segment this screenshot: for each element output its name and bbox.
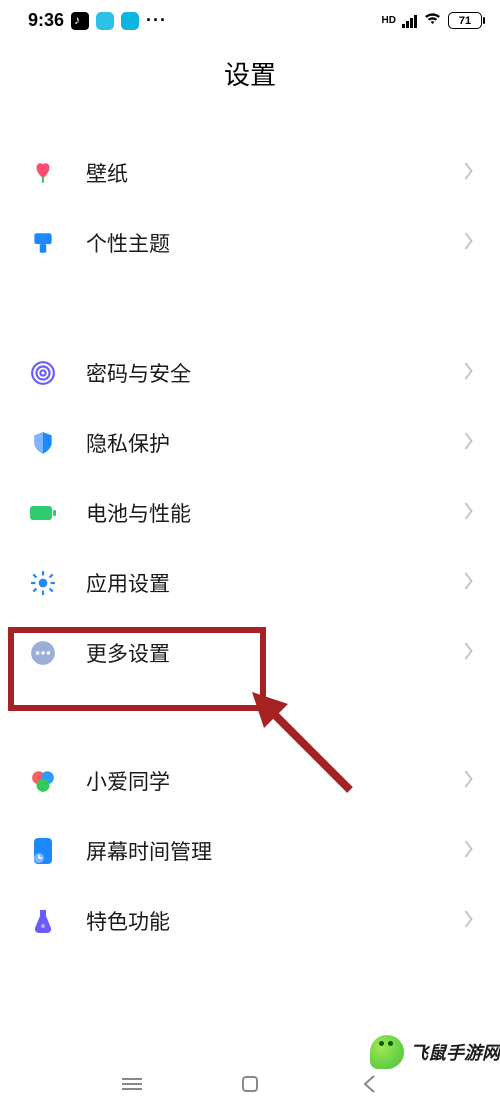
row-password-security-label: 密码与安全	[86, 358, 463, 388]
status-bar: 9:36 ··· HD 71	[0, 0, 500, 35]
row-privacy[interactable]: 隐私保护	[0, 408, 500, 478]
status-right: HD 71	[382, 11, 482, 31]
chevron-right-icon	[463, 162, 474, 185]
row-battery-label: 电池与性能	[86, 498, 463, 528]
xiaoai-icon	[24, 768, 62, 794]
status-time: 9:36	[28, 10, 64, 31]
row-wallpaper-label: 壁纸	[86, 158, 463, 188]
page-title: 设置	[0, 55, 500, 92]
flask-icon	[24, 908, 62, 934]
status-more: ···	[146, 10, 167, 31]
row-xiaoai[interactable]: 小爱同学	[0, 746, 500, 816]
row-screen-time[interactable]: 屏幕时间管理	[0, 816, 500, 886]
chevron-right-icon	[463, 642, 474, 665]
wallpaper-icon	[24, 160, 62, 186]
chevron-right-icon	[463, 232, 474, 255]
chevron-right-icon	[463, 572, 474, 595]
row-wallpaper[interactable]: 壁纸	[0, 138, 500, 208]
shield-icon	[24, 430, 62, 456]
fingerprint-icon	[24, 360, 62, 386]
douyin-icon	[71, 12, 89, 30]
chevron-right-icon	[463, 910, 474, 933]
row-more-settings[interactable]: 更多设置	[0, 618, 500, 688]
signal-icon	[402, 14, 417, 28]
settings-group-2: 密码与安全 隐私保护 电池与性能 应用设置 更多设置	[0, 338, 500, 688]
row-app-settings[interactable]: 应用设置	[0, 548, 500, 618]
more-icon	[24, 640, 62, 666]
themes-icon	[24, 230, 62, 256]
status-left: 9:36 ···	[28, 10, 167, 31]
row-battery[interactable]: 电池与性能	[0, 478, 500, 548]
settings-group-3: 小爱同学 屏幕时间管理 特色功能	[0, 746, 500, 956]
recents-button[interactable]	[110, 1069, 154, 1099]
battery-level: 71	[459, 15, 471, 27]
settings-group-1: 壁纸 个性主题	[0, 138, 500, 278]
row-special-features-label: 特色功能	[86, 906, 463, 936]
nav-bar	[0, 1069, 500, 1099]
gear-icon	[24, 570, 62, 596]
row-themes[interactable]: 个性主题	[0, 208, 500, 278]
chevron-right-icon	[463, 770, 474, 793]
notify-app2-icon	[121, 12, 139, 30]
row-xiaoai-label: 小爱同学	[86, 766, 463, 796]
screen-time-icon	[24, 837, 62, 865]
chevron-right-icon	[463, 840, 474, 863]
row-more-settings-label: 更多设置	[86, 638, 463, 668]
watermark: 飞鼠手游网	[370, 1035, 500, 1069]
back-button[interactable]	[347, 1069, 391, 1099]
watermark-logo-icon	[370, 1035, 404, 1069]
row-password-security[interactable]: 密码与安全	[0, 338, 500, 408]
wifi-icon	[423, 11, 442, 31]
row-themes-label: 个性主题	[86, 228, 463, 258]
status-hd-icon: HD	[382, 15, 396, 26]
row-special-features[interactable]: 特色功能	[0, 886, 500, 956]
notify-app-icon	[96, 12, 114, 30]
watermark-text: 飞鼠手游网	[410, 1039, 500, 1065]
row-screen-time-label: 屏幕时间管理	[86, 836, 463, 866]
row-privacy-label: 隐私保护	[86, 428, 463, 458]
home-button[interactable]	[228, 1069, 272, 1099]
chevron-right-icon	[463, 362, 474, 385]
chevron-right-icon	[463, 432, 474, 455]
battery-icon: 71	[448, 12, 482, 29]
chevron-right-icon	[463, 502, 474, 525]
battery-row-icon	[24, 504, 62, 522]
row-app-settings-label: 应用设置	[86, 568, 463, 598]
